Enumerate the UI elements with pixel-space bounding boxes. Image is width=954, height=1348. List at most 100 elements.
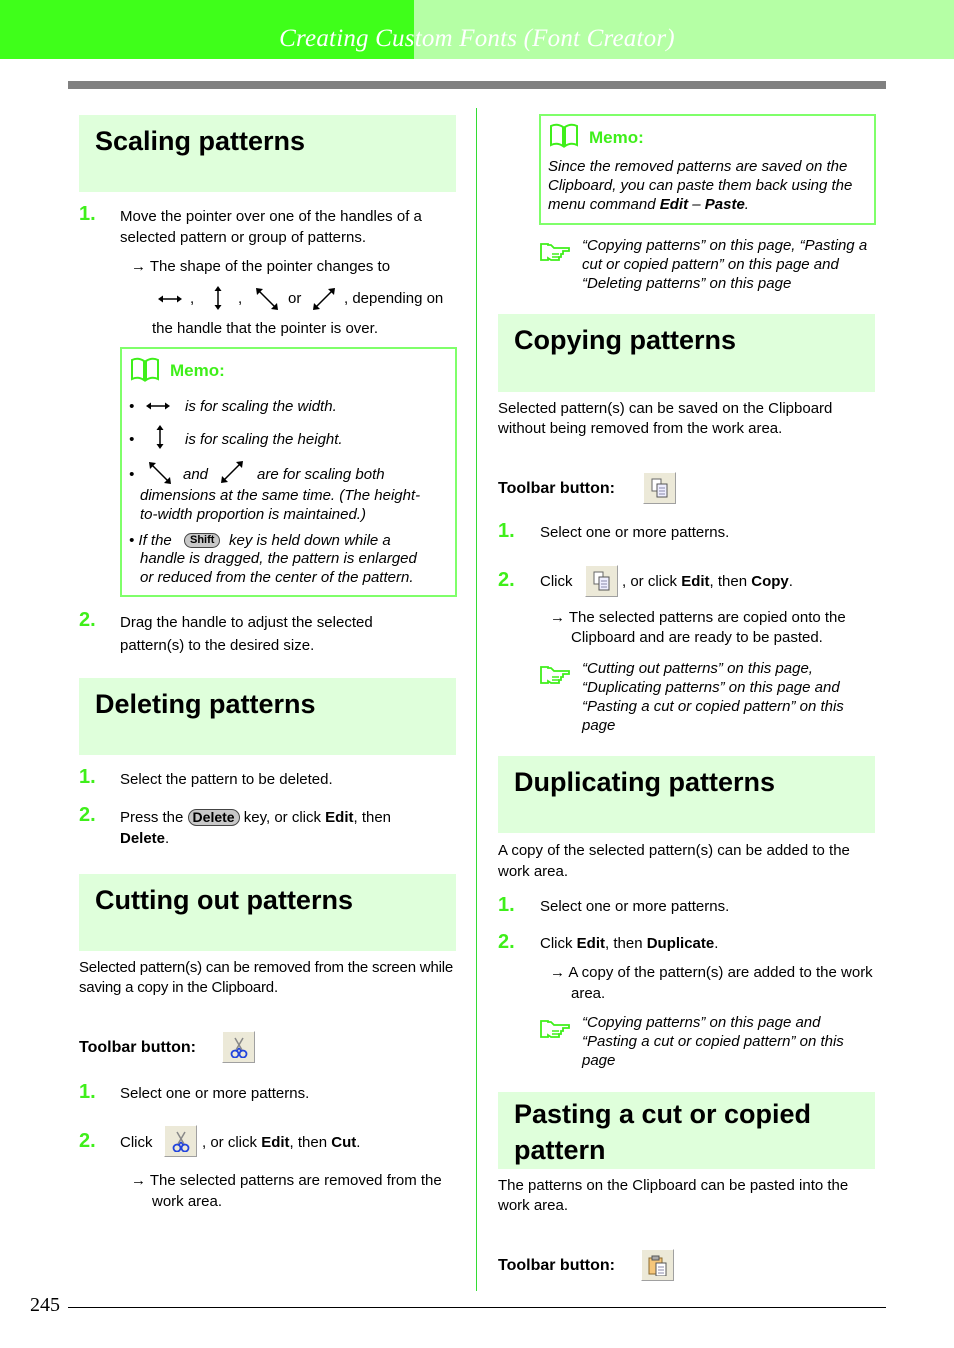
- text: , or click: [202, 1134, 258, 1151]
- step-result: → The selected patterns are removed from…: [131, 1172, 442, 1210]
- scissors-icon: [230, 1037, 247, 1058]
- scissors-icon: [172, 1131, 189, 1152]
- section-header-cutting: Cutting out patterns: [79, 874, 456, 951]
- diagonal-nwse-resize-cursor-icon: [256, 288, 279, 311]
- step-result: → A copy of the pattern(s) are added to …: [550, 964, 873, 1002]
- step-text: Select one or more patterns.: [120, 1085, 310, 1102]
- menu-edit: Edit: [659, 196, 689, 213]
- text: –: [688, 196, 705, 213]
- step-number: 2.: [79, 609, 96, 631]
- section-title: Duplicating patterns: [514, 767, 776, 797]
- handle-text: the handle that the pointer is over.: [152, 320, 378, 337]
- memo-text: key is held down while a: [229, 532, 391, 549]
- or-text: or: [288, 290, 302, 307]
- step-number: 2.: [498, 931, 515, 953]
- step-number: 1.: [79, 766, 96, 788]
- text: .: [744, 196, 749, 213]
- memo-bullet-width: • is for scaling the width.: [129, 397, 449, 416]
- step-number: 1.: [79, 1081, 96, 1103]
- step-text: Select one or more patterns.: [540, 898, 730, 915]
- section-title: Copying patterns: [514, 325, 737, 355]
- text: key, or click: [243, 809, 321, 826]
- toolbar-label: Toolbar button:: [498, 1257, 615, 1274]
- section-header-copying: Copying patterns: [498, 314, 875, 392]
- text: , then: [353, 809, 392, 826]
- horizontal-resize-cursor-icon: [146, 401, 171, 411]
- memo-text: is for scaling the width.: [185, 398, 337, 415]
- memo-text: dimensions at the same time. (The height…: [140, 487, 421, 504]
- reference-hand-icon: [540, 666, 570, 684]
- memo-text: • If the: [129, 532, 172, 549]
- diagonal-nesw-resize-cursor-icon: [221, 461, 244, 484]
- menu-cut: Cut: [331, 1134, 357, 1151]
- cross-reference: “Copying patterns” on this page, “Pastin…: [582, 237, 868, 292]
- section-title: Scaling patterns: [95, 126, 306, 156]
- memo-title: Memo:: [170, 361, 225, 380]
- menu-edit: Edit: [576, 935, 606, 952]
- memo-text: or reduced from the center of the patter…: [140, 569, 414, 586]
- section-intro: Selected pattern(s) can be saved on the …: [498, 400, 833, 437]
- memo-box-scaling: Memo: • is for scaling the width. • is f…: [120, 347, 457, 597]
- text: Press the: [120, 809, 184, 826]
- text: , or click: [622, 573, 678, 590]
- text: , then: [605, 935, 643, 952]
- diagonal-nwse-resize-cursor-icon: [149, 462, 172, 485]
- memo-bullet-diagonal: • and are for scaling both dimensions at…: [129, 461, 454, 525]
- vertical-resize-cursor-icon: [213, 286, 223, 311]
- bullet: •: [129, 398, 135, 415]
- page-number: 245: [30, 1294, 64, 1317]
- step-result: → The shape of the pointer changes to: [131, 258, 391, 275]
- step-text: Select the pattern to be deleted.: [120, 771, 333, 788]
- text: .: [714, 935, 719, 952]
- step-text: Click Edit, then Duplicate.: [540, 933, 718, 954]
- menu-duplicate: Duplicate: [646, 935, 715, 952]
- cut-toolbar-button[interactable]: [222, 1031, 255, 1063]
- shift-key: Shift: [184, 533, 221, 548]
- menu-delete: Delete: [120, 830, 166, 847]
- copy-icon: [593, 571, 609, 591]
- reference-hand-icon: [540, 243, 570, 261]
- text: .: [165, 830, 170, 847]
- memo-text: Since the removed patterns are saved on …: [548, 157, 873, 214]
- diagonal-nesw-resize-cursor-icon: [313, 288, 336, 311]
- memo-box-cutting: Memo: Since the removed patterns are sav…: [539, 114, 876, 225]
- section-title: Pasting a cut or copied pattern: [514, 1099, 812, 1165]
- column-divider: [476, 108, 477, 1291]
- delete-key: Delete: [187, 809, 240, 826]
- step-text: Drag the handle to adjust the selected p…: [120, 614, 373, 654]
- section-intro: The patterns on the Clipboard can be pas…: [498, 1177, 849, 1214]
- bullet: •: [129, 431, 135, 448]
- memo-bullet-height: • is for scaling the height.: [129, 425, 449, 450]
- section-intro: Selected pattern(s) can be removed from …: [79, 959, 453, 996]
- bullet: •: [129, 466, 135, 483]
- memo-text: to-width proportion is maintained.): [140, 506, 366, 523]
- menu-edit: Edit: [325, 809, 354, 826]
- step-text-click: Click: [540, 573, 573, 590]
- cut-toolbar-button[interactable]: [164, 1125, 197, 1157]
- copy-toolbar-button[interactable]: [643, 472, 676, 504]
- separator: ,: [238, 290, 243, 307]
- step-text: Move the pointer over one of the handles…: [120, 208, 422, 246]
- cursor-shapes-row: , , or , depending on: [158, 286, 458, 312]
- memo-bullet-shift: • If the Shift key is held down while a …: [129, 531, 454, 591]
- separator: ,: [190, 290, 195, 307]
- menu-paste: Paste: [704, 196, 745, 213]
- header-rule: [68, 81, 886, 89]
- depending-text: , depending on: [344, 290, 444, 307]
- copy-toolbar-button[interactable]: [585, 565, 618, 597]
- text: , then: [289, 1134, 328, 1151]
- menu-edit: Edit: [261, 1134, 290, 1151]
- step-number: 1.: [498, 520, 515, 542]
- paste-toolbar-button[interactable]: [641, 1249, 674, 1281]
- memo-text: are for scaling both: [257, 466, 385, 483]
- step-text: Press the Delete key, or click Edit, the…: [120, 807, 455, 849]
- step-text: Select one or more patterns.: [540, 524, 730, 541]
- horizontal-resize-cursor-icon: [158, 294, 183, 304]
- step-result: → The selected patterns are copied onto …: [550, 609, 846, 646]
- memo-text: and: [183, 466, 209, 483]
- memo-text: is for scaling the height.: [185, 431, 343, 448]
- step-number: 2.: [79, 804, 96, 826]
- step-text: , or click Edit, then Copy.: [622, 571, 793, 592]
- book-icon: [550, 123, 578, 147]
- cross-reference: “Copying patterns” on this page and “Pas…: [582, 1014, 844, 1069]
